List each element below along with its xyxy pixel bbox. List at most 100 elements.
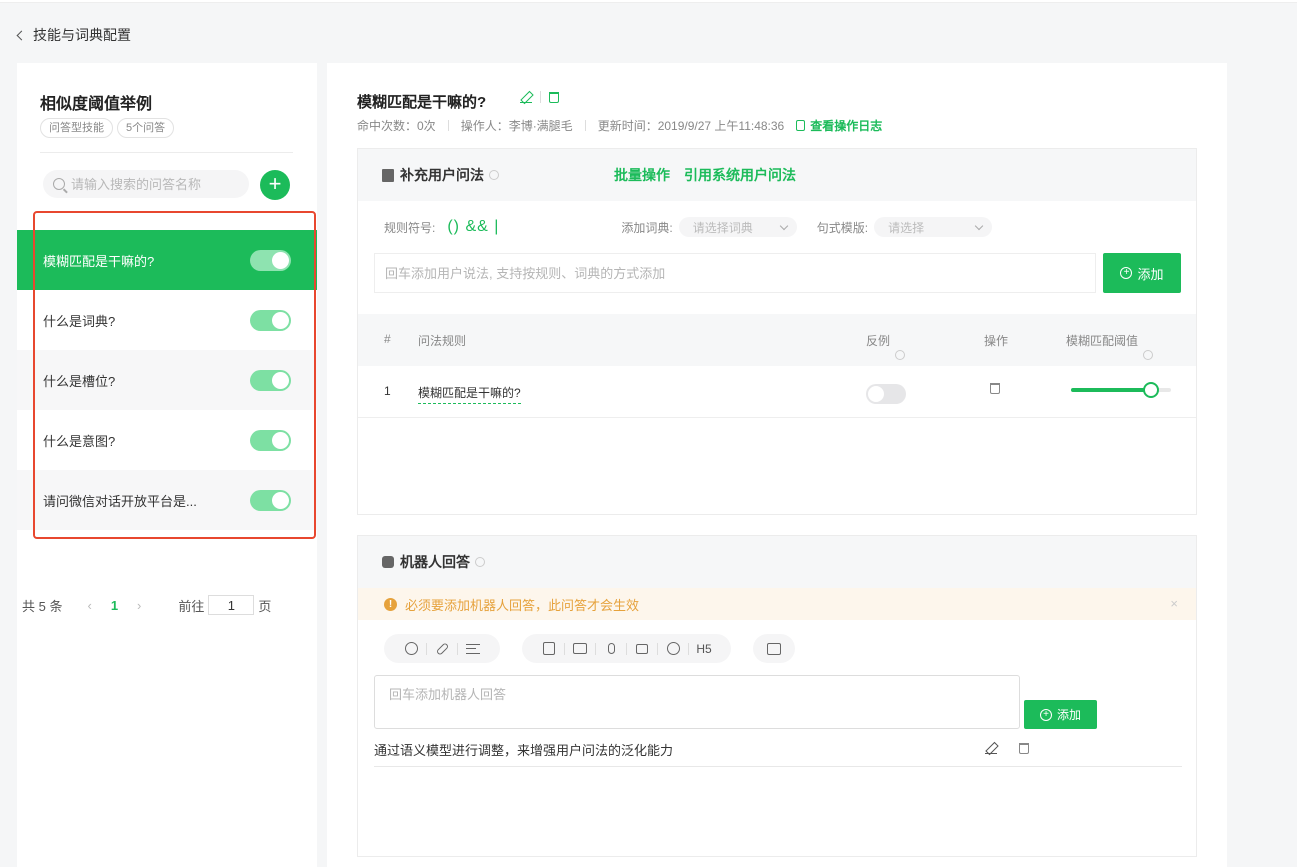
answer-input[interactable] — [374, 675, 1020, 729]
cite-system-utterances-link[interactable]: 引用系统用户问法 — [684, 165, 796, 185]
wrap-icon — [466, 643, 480, 654]
divider — [584, 120, 586, 131]
prev-page-button[interactable]: ‹ — [87, 598, 91, 613]
operation-log-link[interactable]: 查看操作日志 — [796, 117, 882, 134]
toolbar-group-text — [384, 634, 500, 663]
divider — [40, 152, 293, 153]
question-enable-toggle[interactable] — [250, 369, 291, 391]
warning-alert: ! 必须要添加机器人回答，此问答才会生效 × — [358, 588, 1196, 620]
back-link[interactable]: 技能与词典配置 — [16, 25, 131, 45]
miniprogram-button[interactable] — [658, 634, 688, 663]
article-icon — [543, 642, 555, 655]
template-select[interactable]: 请选择 — [874, 217, 993, 237]
question-enable-toggle[interactable] — [250, 429, 291, 451]
help-icon[interactable] — [1143, 350, 1154, 360]
utterance-table-header: # 问法规则 反例 操作 模糊匹配阈值 — [358, 314, 1196, 366]
search-box[interactable] — [43, 170, 249, 198]
question-enable-toggle[interactable] — [250, 309, 291, 331]
question-label: 什么是意图? — [43, 433, 116, 449]
delete-icon[interactable] — [1019, 742, 1029, 754]
chevron-left-icon — [16, 30, 27, 41]
link-icon — [435, 641, 449, 656]
dict-select[interactable]: 请选择词典 — [678, 217, 797, 237]
warning-text: 必须要添加机器人回答，此问答才会生效 — [405, 597, 640, 613]
row-index: 1 — [384, 384, 391, 398]
question-item[interactable]: 请问微信对话开放平台是... — [17, 470, 317, 530]
miniprogram-icon — [666, 642, 680, 655]
video-button[interactable] — [627, 634, 657, 663]
chevron-down-icon — [974, 221, 984, 230]
log-icon — [796, 120, 806, 131]
rule-text[interactable]: 模糊匹配是干嘛的? — [418, 384, 521, 404]
help-icon[interactable] — [489, 170, 499, 180]
add-utterance-label: 添加 — [1137, 266, 1164, 282]
delete-icon[interactable] — [990, 383, 1000, 394]
question-item[interactable]: 模糊匹配是干嘛的? — [17, 230, 317, 290]
question-title: 模糊匹配是干嘛的? — [357, 94, 487, 111]
article-button[interactable] — [534, 634, 564, 663]
rule-symbols[interactable]: () && | — [447, 218, 499, 236]
batch-operation-link[interactable]: 批量操作 — [614, 165, 670, 185]
answers-title: 机器人回答 — [400, 554, 470, 570]
close-icon[interactable]: × — [1170, 596, 1178, 611]
goto-page-input[interactable] — [208, 595, 255, 615]
col-counter-example: 反例 — [866, 332, 906, 360]
template-select-placeholder: 请选择 — [888, 220, 925, 235]
question-list-panel: 相似度阈值举例 问答型技能 5个问答 + 模糊匹配是干嘛的? 什么是词典? 什么… — [17, 63, 317, 867]
link-button[interactable] — [427, 634, 457, 663]
goto-label: 前往 — [178, 598, 205, 614]
title-actions — [520, 91, 559, 103]
threshold-slider[interactable] — [1071, 382, 1171, 398]
utterances-header: 补充用户问法 批量操作 引用系统用户问法 — [358, 149, 1196, 201]
next-page-button[interactable]: › — [137, 598, 141, 613]
voice-icon — [607, 643, 615, 654]
search-input[interactable] — [71, 176, 241, 192]
help-icon[interactable] — [895, 350, 906, 360]
question-enable-toggle[interactable] — [250, 249, 291, 271]
edit-icon[interactable] — [985, 742, 997, 754]
delete-icon[interactable] — [549, 91, 559, 103]
edit-icon[interactable] — [520, 91, 532, 103]
question-label: 模糊匹配是干嘛的? — [43, 253, 155, 269]
slider-handle[interactable] — [1143, 382, 1159, 398]
back-label: 技能与词典配置 — [33, 27, 131, 43]
current-page[interactable]: 1 — [111, 598, 118, 613]
question-count-tag: 5个问答 — [117, 118, 175, 138]
toolbar-group-media: H5 — [522, 634, 731, 663]
template-label: 句式模版: — [816, 220, 869, 235]
add-utterance-button[interactable]: + 添加 — [1103, 253, 1181, 293]
skill-type-tag: 问答型技能 — [40, 118, 113, 138]
pagination: 共 5 条 ‹ 1 › 前往 页 — [22, 595, 271, 615]
col-counter-example-label: 反例 — [866, 334, 891, 348]
wrap-button[interactable] — [458, 634, 488, 663]
question-enable-toggle[interactable] — [250, 489, 291, 511]
rule-options: 规则符号: () && | 添加词典: 请选择词典 句式模版: 请选择 — [384, 217, 993, 237]
switch-icon — [767, 642, 781, 655]
voice-button[interactable] — [596, 634, 626, 663]
dict-select-placeholder: 请选择词典 — [692, 220, 753, 235]
rule-symbol-label: 规则符号: — [384, 220, 436, 235]
question-item[interactable]: 什么是槽位? — [17, 350, 317, 410]
answers-header: 机器人回答 — [358, 536, 1196, 588]
col-index: # — [384, 332, 391, 346]
add-answer-label: 添加 — [1056, 708, 1081, 722]
search-icon — [53, 178, 65, 190]
image-button[interactable] — [565, 634, 595, 663]
add-answer-button[interactable]: + 添加 — [1024, 700, 1097, 729]
question-label: 请问微信对话开放平台是... — [43, 493, 197, 509]
add-question-button[interactable]: + — [260, 170, 290, 200]
top-border — [0, 0, 1297, 3]
counter-example-toggle[interactable] — [866, 384, 906, 404]
question-item[interactable]: 什么是词典? — [17, 290, 317, 350]
h5-button[interactable]: H5 — [689, 634, 719, 663]
question-item[interactable]: 什么是意图? — [17, 410, 317, 470]
col-actions: 操作 — [984, 334, 1009, 348]
help-icon[interactable] — [475, 557, 485, 567]
switch-button[interactable] — [759, 634, 789, 663]
utterance-input[interactable] — [374, 253, 1096, 293]
updated-time: 更新时间：2019/9/27 上午11:48:36 — [597, 119, 785, 133]
chevron-down-icon — [779, 221, 788, 230]
answer-item: 通过语义模型进行调整，来增强用户问法的泛化能力 — [374, 732, 1182, 767]
emoji-button[interactable] — [396, 634, 426, 663]
answer-text: 通过语义模型进行调整，来增强用户问法的泛化能力 — [374, 742, 674, 758]
